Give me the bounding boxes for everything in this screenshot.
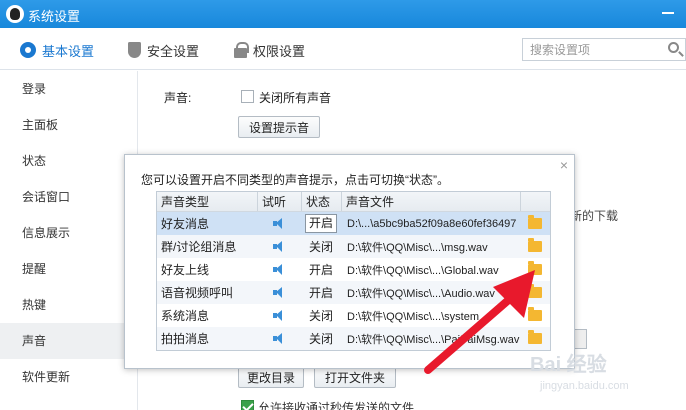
status-toggle[interactable]: 关闭 bbox=[309, 238, 333, 255]
table-row[interactable]: 语音视频呼叫 开启 D:\软件\QQ\Misc\...\Audio.wav bbox=[157, 281, 550, 304]
shield-icon bbox=[128, 42, 141, 58]
speaker-icon[interactable] bbox=[273, 287, 285, 298]
new-download-text: 新的下载 bbox=[570, 209, 619, 223]
minimize-button[interactable] bbox=[662, 12, 674, 14]
column-header-status[interactable]: 状态 bbox=[301, 192, 341, 211]
tab-security-settings[interactable]: 安全设置 bbox=[128, 40, 199, 60]
status-toggle[interactable]: 关闭 bbox=[309, 330, 333, 347]
sound-file-path: D:\...\a5bc9ba52f09a8e60fef36497 bbox=[347, 217, 517, 230]
table-row[interactable]: 拍拍消息 关闭 D:\软件\QQ\Misc\...\PaiPaiMsg.wav bbox=[157, 327, 550, 350]
watermark-brand: Bai 经验 bbox=[530, 354, 607, 376]
close-icon[interactable]: × bbox=[560, 157, 568, 173]
folder-icon[interactable] bbox=[528, 284, 542, 298]
mute-all-label: 关闭所有声音 bbox=[259, 91, 332, 105]
sound-file-path: D:\软件\QQ\Misc\...\Audio.wav bbox=[347, 287, 495, 300]
title-bar: 系统设置 bbox=[0, 0, 686, 28]
tab-label: 基本设置 bbox=[42, 43, 95, 59]
column-header-preview[interactable]: 试听 bbox=[257, 192, 301, 211]
tab-label: 安全设置 bbox=[147, 43, 200, 59]
sound-section-label: 声音: bbox=[164, 91, 192, 105]
folder-icon[interactable] bbox=[528, 307, 542, 321]
open-folder-button[interactable]: 打开文件夹 bbox=[314, 366, 396, 388]
speaker-icon[interactable] bbox=[273, 218, 285, 229]
folder-icon[interactable] bbox=[528, 330, 542, 344]
column-header-type[interactable]: 声音类型 bbox=[157, 192, 257, 211]
column-header-file[interactable]: 声音文件 bbox=[341, 192, 520, 211]
column-header-browse bbox=[520, 192, 550, 211]
sidebar-item-reminder[interactable]: 提醒 bbox=[0, 251, 137, 287]
agree-checkbox[interactable] bbox=[241, 400, 254, 410]
table-header: 声音类型 试听 状态 声音文件 bbox=[157, 192, 550, 212]
status-toggle[interactable]: 开启 bbox=[304, 214, 337, 233]
search-icon[interactable] bbox=[668, 42, 679, 53]
sound-type: 系统消息 bbox=[161, 309, 210, 323]
table-row[interactable]: 系统消息 关闭 D:\软件\QQ\Misc\...\system bbox=[157, 304, 550, 327]
sound-type: 语音视频呼叫 bbox=[161, 286, 234, 300]
sidebar-item-main-panel[interactable]: 主面板 bbox=[0, 107, 137, 143]
change-directory-button[interactable]: 更改目录 bbox=[238, 366, 304, 388]
sound-file-path: D:\软件\QQ\Misc\...\system bbox=[347, 310, 480, 323]
table-row[interactable]: 好友消息 开启 D:\...\a5bc9ba52f09a8e60fef36497 bbox=[157, 212, 550, 235]
search-box bbox=[522, 38, 686, 61]
speaker-icon[interactable] bbox=[273, 264, 285, 275]
sound-file-path: D:\软件\QQ\Misc\...\PaiPaiMsg.wav bbox=[347, 333, 520, 346]
lock-icon bbox=[234, 42, 249, 58]
sound-type: 群/讨论组消息 bbox=[161, 240, 237, 254]
tab-permission-settings[interactable]: 权限设置 bbox=[234, 40, 305, 60]
mute-all-checkbox[interactable] bbox=[241, 90, 254, 103]
speaker-icon[interactable] bbox=[273, 333, 285, 344]
folder-icon[interactable] bbox=[528, 261, 542, 275]
sidebar-item-sound[interactable]: 声音 bbox=[0, 323, 137, 359]
sidebar-item-software-update[interactable]: 软件更新 bbox=[0, 359, 137, 395]
sound-file-path: D:\软件\QQ\Misc\...\Global.wav bbox=[347, 264, 499, 277]
sidebar-item-login[interactable]: 登录 bbox=[0, 71, 137, 107]
sidebar-item-info-display[interactable]: 信息展示 bbox=[0, 215, 137, 251]
sidebar: 登录 主面板 状态 会话窗口 信息展示 提醒 热键 声音 软件更新 bbox=[0, 71, 138, 410]
status-toggle[interactable]: 关闭 bbox=[309, 307, 333, 324]
top-tab-bar: 基本设置 安全设置 权限设置 bbox=[0, 28, 686, 70]
sound-type: 好友消息 bbox=[161, 217, 210, 231]
table-body: 好友消息 开启 D:\...\a5bc9ba52f09a8e60fef36497… bbox=[157, 212, 550, 350]
window-title: 系统设置 bbox=[28, 9, 81, 24]
set-prompt-sound-button[interactable]: 设置提示音 bbox=[238, 116, 320, 138]
folder-icon[interactable] bbox=[528, 238, 542, 252]
sound-settings-dialog: × 您可以设置开启不同类型的声音提示，点击可切换“状态”。 声音类型 试听 状态… bbox=[124, 154, 575, 369]
table-row[interactable]: 群/讨论组消息 关闭 D:\软件\QQ\Misc\...\msg.wav bbox=[157, 235, 550, 258]
folder-icon[interactable] bbox=[528, 215, 542, 229]
sound-table: 声音类型 试听 状态 声音文件 好友消息 开启 D:\...\a5bc9ba52… bbox=[156, 191, 551, 351]
watermark-url: jingyan.baidu.com bbox=[540, 380, 629, 392]
sound-file-path: D:\软件\QQ\Misc\...\msg.wav bbox=[347, 241, 488, 254]
sidebar-item-chat-window[interactable]: 会话窗口 bbox=[0, 179, 137, 215]
search-input[interactable] bbox=[523, 39, 653, 60]
qq-logo-icon bbox=[6, 5, 24, 23]
gear-icon bbox=[20, 42, 36, 58]
sound-type: 拍拍消息 bbox=[161, 332, 210, 346]
sidebar-item-status[interactable]: 状态 bbox=[0, 143, 137, 179]
sound-type: 好友上线 bbox=[161, 263, 210, 277]
speaker-icon[interactable] bbox=[273, 310, 285, 321]
tab-basic-settings[interactable]: 基本设置 bbox=[20, 40, 94, 60]
agree-label: 允许接收通过秒传发送的文件 bbox=[258, 401, 415, 410]
status-toggle[interactable]: 开启 bbox=[309, 261, 333, 278]
status-toggle[interactable]: 开启 bbox=[309, 284, 333, 301]
table-row[interactable]: 好友上线 开启 D:\软件\QQ\Misc\...\Global.wav bbox=[157, 258, 550, 281]
partial-control[interactable] bbox=[573, 329, 587, 349]
speaker-icon[interactable] bbox=[273, 241, 285, 252]
sidebar-item-hotkey[interactable]: 热键 bbox=[0, 287, 137, 323]
dialog-heading: 您可以设置开启不同类型的声音提示，点击可切换“状态”。 bbox=[141, 173, 449, 187]
tab-label: 权限设置 bbox=[253, 43, 306, 59]
